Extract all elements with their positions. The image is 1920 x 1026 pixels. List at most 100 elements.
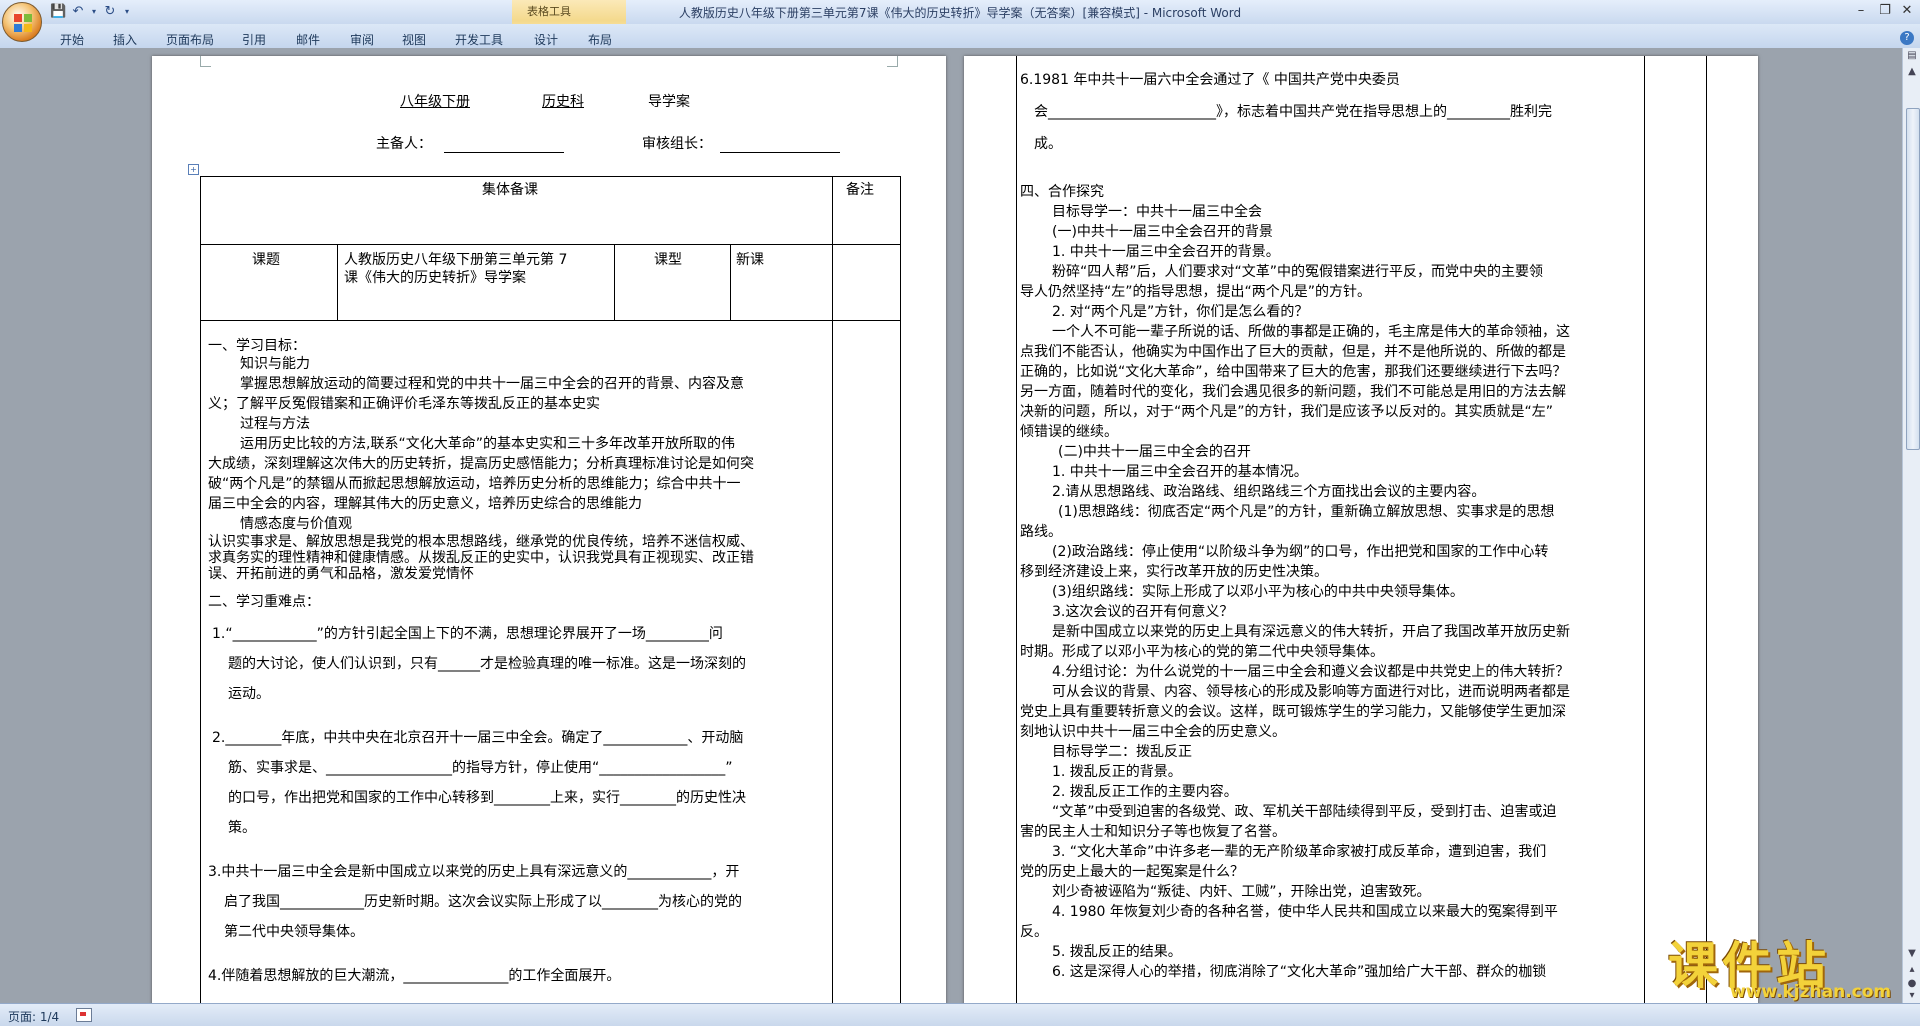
paragraph-line: 害的民主人士和知识分子等也恢复了名誉。	[1020, 824, 1286, 840]
document-page-2[interactable]: 6.1981 年中共十一届六中全会通过了《 中国共产党中央委员 会_______…	[964, 56, 1758, 1003]
watermark-url: www.kjzhan.com	[1730, 982, 1892, 1002]
restore-icon[interactable]: ❐	[1874, 2, 1896, 20]
paragraph-line: 4.分组讨论：为什么说党的十一届三中全会和遵义会议都是中共党史上的伟大转折？	[1052, 664, 1570, 680]
subheading: 目标导学一：中共十一届三中全会	[1052, 204, 1262, 220]
paragraph-line: 反。	[1020, 924, 1048, 940]
subheading: (一)中共十一届三中全会召开的背景	[1052, 224, 1273, 240]
paragraph-line: (1)思想路线：彻底否定“两个凡是”的方针，重新确立解放思想、实事求是的思想	[1058, 504, 1555, 520]
minimize-icon[interactable]: –	[1850, 2, 1872, 20]
question-line: 会________________________》，标志着中国共产党在指导思想…	[1034, 104, 1552, 120]
paragraph-line: 1. 中共十一届三中全会召开的基本情况。	[1052, 464, 1308, 480]
subheading: (二)中共十一届三中全会的召开	[1058, 444, 1251, 460]
paragraph-line: 另一方面，随着时代的变化，我们会遇见很多的新问题，我们不可能总是用旧的方法去解	[1020, 384, 1566, 400]
paragraph-line: 一个人不可能一辈子所说的话、所做的事都是正确的，毛主席是伟大的革命领袖，这	[1052, 324, 1570, 340]
document-page-1[interactable]: 八年级下册 历史科 导学案 主备人： 审核组长： + 集体备课 备注 课题 人教…	[152, 56, 946, 1003]
tab-home[interactable]: 开始	[60, 31, 84, 48]
document-type: 导学案	[648, 94, 690, 110]
office-button[interactable]	[2, 2, 42, 42]
tab-layout[interactable]: 布局	[588, 31, 612, 48]
office-logo-icon	[14, 14, 32, 32]
topic-text: 人教版历史八年级下册第三单元第 7	[344, 252, 568, 268]
author-blank	[444, 152, 564, 153]
scrollbar-thumb[interactable]	[1906, 108, 1920, 450]
site-watermark: 课件站 www.kjzhan.com	[1668, 926, 1898, 1004]
paragraph-line: 可从会议的背景、内容、领导核心的形成及影响等方面进行对比，进而说明两者都是	[1052, 684, 1570, 700]
scroll-down-icon[interactable]: ▼	[1906, 948, 1918, 960]
redo-icon[interactable]: ↻	[102, 4, 118, 20]
paragraph-line: (2)政治路线：停止使用“以阶级斗争为纲”的口号，作出把党和国家的工作中心转	[1052, 544, 1549, 560]
paragraph-line: 1. 拨乱反正的背景。	[1052, 764, 1182, 780]
paragraph-line: 刘少奇被诬陷为“叛徒、内奸、工贼”，开除出党，迫害致死。	[1052, 884, 1431, 900]
quick-access-toolbar: 💾 ↶ ▾ ↻ ▾	[50, 3, 132, 21]
paragraph-line: 6. 这是深得人心的举措，彻底消除了“文化大革命”强加给广大干部、群众的枷锁	[1052, 964, 1547, 980]
paragraph-line: 党史上具有重要转折意义的会议。这样，既可锻炼学生的学习能力，又能够使学生更加深	[1020, 704, 1566, 720]
paragraph-line: 2.请从思想路线、政治路线、组织路线三个方面找出会议的主要内容。	[1052, 484, 1486, 500]
question-line: 的口号，作出把党和国家的工作中心转移到________上来，实行________…	[228, 790, 746, 806]
question-line: 4.伴随着思想解放的巨大潮流，_______________的工作全面展开。	[208, 968, 621, 984]
paragraph-line: 2. 对“两个凡是”方针，你们是怎么看的？	[1052, 304, 1309, 320]
window-title: 人教版历史八年级下册第三单元第7课《伟大的历史转折》导学案（无答案）[兼容模式]…	[678, 6, 1242, 20]
subheading: 目标导学二：拨乱反正	[1052, 744, 1192, 760]
paragraph-line: 是新中国成立以来党的历史上具有深远意义的伟大转折，开启了我国改革开放历史新	[1052, 624, 1570, 640]
vertical-scrollbar[interactable]: ▤ ▲ ▼ ▴ ● ▾	[1902, 48, 1920, 1003]
page-count[interactable]: 页面: 1/4	[8, 1008, 59, 1025]
question-line: 1.“____________”的方针引起全国上下的不满，思想理论界展开了一场_…	[212, 626, 723, 642]
paragraph-line: 粉碎“四人帮”后，人们要求对“文革”中的冤假错案进行平反，而党中央的主要领	[1052, 264, 1544, 280]
close-icon[interactable]: ✕	[1896, 2, 1918, 20]
tab-design[interactable]: 设计	[534, 31, 558, 48]
tab-view[interactable]: 视图	[402, 31, 426, 48]
paragraph-line: 导人仍然坚持“左”的指导思想，提出“两个凡是”的方针。	[1020, 284, 1372, 300]
paragraph-line: 点我们不能否认，他确实为中国作出了巨大的贡献，但是，并不是他所说的、所做的都是	[1020, 344, 1566, 360]
tab-insert[interactable]: 插入	[113, 31, 137, 48]
paragraph-line: 决新的问题，所以，对于“两个凡是”的方针，我们是应该予以反对的。其实质就是“左”	[1020, 404, 1554, 420]
paragraph-line: 刻地认识中共十一届三中全会的历史意义。	[1020, 724, 1286, 740]
paragraph-line: 1. 中共十一届三中全会召开的背景。	[1052, 244, 1280, 260]
tab-page-layout[interactable]: 页面布局	[166, 31, 214, 48]
save-icon[interactable]: 💾	[50, 4, 66, 20]
ruler-toggle-icon[interactable]: ▤	[1906, 50, 1918, 62]
previous-page-icon[interactable]: ▴	[1906, 964, 1918, 976]
tab-review[interactable]: 审阅	[350, 31, 374, 48]
grade-field: 八年级下册	[400, 94, 470, 110]
paragraph-line: 认识实事求是、解放思想是我党的根本思想路线，继承党的优良传统，培养不迷信权威、	[208, 534, 754, 550]
paragraph-line: (3)组织路线：实际上形成了以邓小平为核心的中共中央领导集体。	[1052, 584, 1464, 600]
paragraph-line: 3. “文化大革命”中许多老一辈的无产阶级革命家被打成反革命，遭到迫害，我们	[1052, 844, 1547, 860]
table-move-handle-icon[interactable]: +	[188, 164, 199, 175]
lesson-type-value: 新课	[736, 252, 764, 268]
paragraph-line: 2. 拨乱反正工作的主要内容。	[1052, 784, 1238, 800]
tab-mailings[interactable]: 邮件	[296, 31, 320, 48]
customize-qat-icon[interactable]: ▾	[122, 4, 132, 20]
help-icon[interactable]: ?	[1900, 31, 1914, 45]
undo-dropdown-icon[interactable]: ▾	[90, 4, 98, 20]
paragraph-line: 届三中全会的内容，理解其伟大的历史意义，培养历史综合的思维能力	[208, 496, 642, 512]
question-line: 运动。	[228, 686, 270, 702]
tab-developer[interactable]: 开发工具	[455, 31, 503, 48]
paragraph-line: 求真务实的理性精神和健康情感。从拨乱反正的史实中，认识我党具有正视现实、改正错	[208, 550, 754, 566]
paragraph-line: 误、开拓前进的勇气和品格，激发爱党情怀	[208, 566, 474, 582]
paragraph-line: 党的历史上最大的一起冤案是什么？	[1020, 864, 1244, 880]
author-label: 主备人：	[376, 136, 432, 152]
document-work-area: 八年级下册 历史科 导学案 主备人： 审核组长： + 集体备课 备注 课题 人教…	[0, 48, 1902, 1003]
paragraph-line: 正确的，比如说“文化大革命”，给中国带来了巨大的危害，那我们还要继续进行下去吗？	[1020, 364, 1567, 380]
tab-references[interactable]: 引用	[242, 31, 266, 48]
topic-label: 课题	[252, 252, 280, 268]
reviewer-blank	[720, 152, 840, 153]
paragraph-line: 义；了解平反冤假错案和正确评价毛泽东等拨乱反正的基本史实	[208, 396, 600, 412]
undo-icon[interactable]: ↶	[70, 4, 86, 20]
next-page-icon[interactable]: ▾	[1906, 990, 1918, 1002]
paragraph-line: 移到经济建设上来，实行改革开放的历史性决策。	[1020, 564, 1328, 580]
question-line: 启了我国____________历史新时期。这次会议实际上形成了以_______…	[224, 894, 742, 910]
proofing-status-icon[interactable]	[76, 1008, 92, 1022]
paragraph-line: 5. 拨乱反正的结果。	[1052, 944, 1182, 960]
topic-text: 课《伟大的历史转折》导学案	[344, 270, 526, 286]
subject-field: 历史科	[542, 94, 584, 110]
lesson-type-label: 课型	[654, 252, 682, 268]
question-line: 策。	[228, 820, 256, 836]
scroll-up-icon[interactable]: ▲	[1906, 66, 1918, 78]
select-browse-object-icon[interactable]: ●	[1906, 978, 1918, 990]
remark-label: 备注	[846, 182, 874, 198]
reviewer-label: 审核组长：	[642, 136, 712, 152]
paragraph-line: 大成绩，深刻理解这次伟大的历史转折，提高历史感悟能力；分析真理标准讨论是如何突	[208, 456, 754, 472]
paragraph-line: 4. 1980 年恢复刘少奇的各种名誉，使中华人民共和国成立以来最大的冤案得到平	[1052, 904, 1558, 920]
subheading: 过程与方法	[240, 416, 310, 432]
